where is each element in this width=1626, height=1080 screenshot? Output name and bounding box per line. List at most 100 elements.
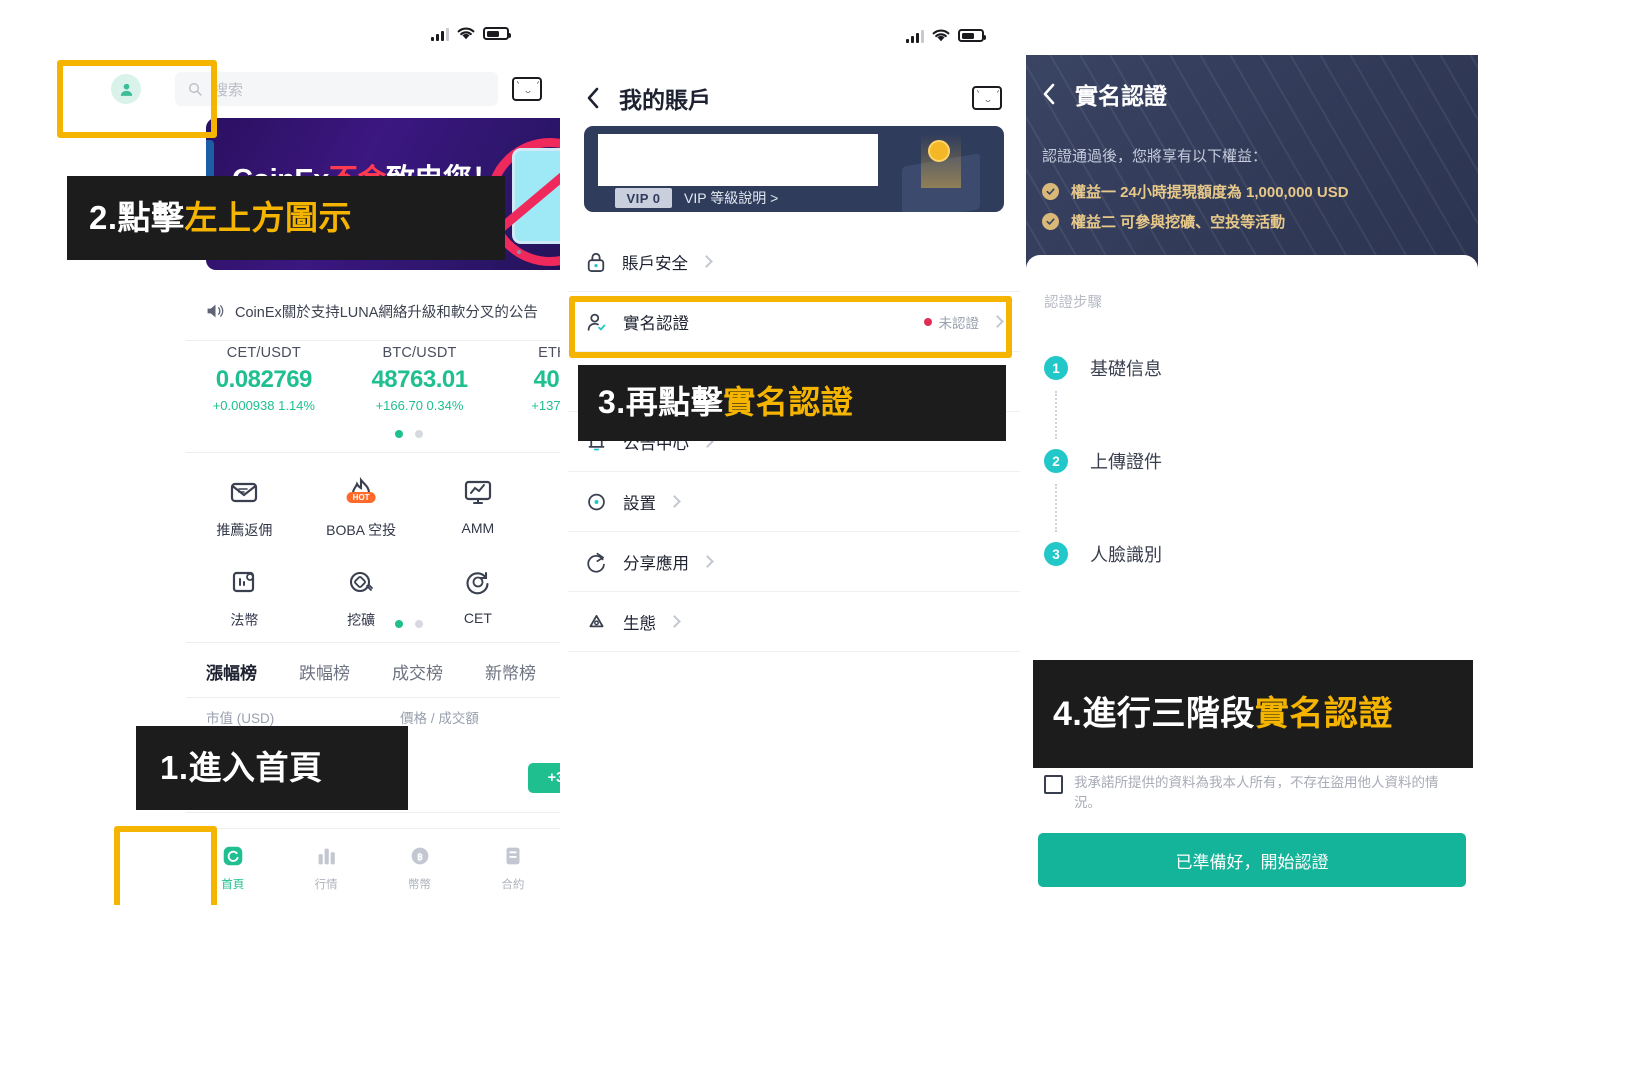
quick-app-label: BOBA 空投 bbox=[326, 522, 397, 538]
market-tab-gainers[interactable]: 漲幅榜 bbox=[206, 659, 257, 684]
bars-icon bbox=[318, 848, 335, 864]
market-change-chip[interactable]: +32.85% bbox=[528, 763, 560, 793]
check-badge-icon bbox=[1042, 213, 1059, 230]
tab-label: 幣幣 bbox=[408, 878, 432, 891]
kyc-subtitle: 認證通過後，您將享有以下權益： bbox=[1042, 148, 1268, 165]
lock-icon bbox=[587, 252, 605, 272]
wifi-icon bbox=[932, 29, 950, 42]
callout-step-1: 1.進入首頁 bbox=[136, 726, 408, 810]
kyc-panel: 實名認證 認證通過後，您將享有以下權益： 權益一 24小時提現額度為 1,000… bbox=[1026, 55, 1478, 905]
callout-white-text: 3.再點擊 bbox=[598, 384, 724, 421]
kyc-step-upload-docs[interactable]: 2 上傳證件 bbox=[1044, 448, 1162, 474]
kyc-benefit-text: 權益一 24小時提現額度為 1,000,000 USD bbox=[1071, 184, 1349, 201]
announcement-bar[interactable]: CoinEx關於支持LUNA網絡升級和軟分叉的公告 bbox=[206, 296, 560, 326]
step-number: 2 bbox=[1044, 449, 1068, 473]
menu-item-label: 分享應用 bbox=[623, 554, 689, 573]
quick-app-finance[interactable]: 理財 bbox=[536, 462, 560, 552]
monitor-chart-icon bbox=[464, 480, 491, 504]
menu-item-label: 賬戶安全 bbox=[622, 254, 688, 273]
ticker-item[interactable]: CET/USDT 0.082769 +0.000938 1.14% bbox=[186, 345, 342, 445]
highlight-avatar-button bbox=[57, 60, 217, 138]
consent-checkbox[interactable] bbox=[1044, 775, 1063, 794]
search-input[interactable]: 搜索 bbox=[175, 72, 498, 106]
market-tab-losers[interactable]: 跌幅榜 bbox=[299, 659, 350, 684]
mining-icon bbox=[350, 571, 374, 593]
apps-pagination[interactable] bbox=[395, 620, 423, 628]
quick-app-mining[interactable]: 挖礦 bbox=[303, 552, 420, 642]
menu-item-settings[interactable]: 設置 bbox=[568, 472, 1020, 532]
quick-app-label: 法幣 bbox=[230, 612, 259, 628]
wifi-icon bbox=[457, 27, 475, 40]
quick-app-amm[interactable]: AMM bbox=[420, 462, 537, 552]
callout-text: 4.進行三階段實名認證 bbox=[1053, 694, 1393, 734]
callout-white-text: 4.進行三階段 bbox=[1053, 694, 1255, 733]
menu-item-account-security[interactable]: 賬戶安全 bbox=[568, 232, 1020, 292]
menu-item-ecosystem[interactable]: 生態 bbox=[568, 592, 1020, 652]
hot-badge: HOT bbox=[346, 492, 376, 503]
ticker-item[interactable]: ETH/USDT 4023.96 +137.65 3.54% bbox=[497, 345, 560, 445]
cet-refresh-icon bbox=[466, 571, 489, 595]
ticker-pair: BTC/USDT bbox=[382, 345, 457, 361]
callout-yellow-text: 實名認證 bbox=[723, 384, 854, 421]
start-verification-button[interactable]: 已準備好，開始認證 bbox=[1038, 833, 1466, 887]
market-tabs[interactable]: 漲幅榜 跌幅榜 成交榜 新幣榜 市值 bbox=[186, 645, 560, 697]
callout-text: 3.再點擊實名認證 bbox=[598, 384, 853, 422]
kyc-benefit-row: 權益一 24小時提現額度為 1,000,000 USD bbox=[1042, 181, 1349, 202]
quick-app-cet[interactable]: CET bbox=[420, 552, 537, 642]
col-24h-change: 24H 漲跌 bbox=[523, 707, 560, 727]
branding-strip: 虛擬貨幣買下全世界 懶人 經濟學 LOUNGER ECONOMICS bbox=[0, 905, 1626, 1080]
callout-text: 2.點擊左上方圖示 bbox=[89, 199, 352, 238]
divider-5 bbox=[186, 812, 560, 813]
tab-markets[interactable]: 行情 bbox=[279, 829, 372, 905]
consent-text: 我承諾所提供的資料為我本人所有，不存在盜用他人資料的情況。 bbox=[1074, 775, 1439, 811]
market-tab-volume[interactable]: 成交榜 bbox=[392, 659, 443, 684]
ticker-row[interactable]: CET/USDT 0.082769 +0.000938 1.14% BTC/US… bbox=[186, 345, 560, 445]
account-menu: 賬戶安全 實名認證 未認證 公告中心 設置 分享應用 生態 bbox=[568, 232, 1020, 652]
home-icon bbox=[223, 846, 242, 865]
divider-3 bbox=[186, 642, 560, 643]
quick-app-ambassador[interactable]: 大使 bbox=[536, 552, 560, 642]
tab-contract[interactable]: 合約 bbox=[466, 829, 559, 905]
step-label: 上傳證件 bbox=[1090, 452, 1162, 472]
coin-icon: ฿ bbox=[411, 847, 428, 864]
kyc-consent-row[interactable]: 我承諾所提供的資料為我本人所有，不存在盜用他人資料的情況。 bbox=[1044, 773, 1464, 814]
quick-app-fiat[interactable]: 法幣 bbox=[186, 552, 303, 642]
callout-white-text: 2.點擊 bbox=[89, 198, 185, 236]
quick-app-boba-airdrop[interactable]: HOT BOBA 空投 bbox=[303, 462, 420, 552]
battery-icon bbox=[958, 29, 986, 42]
quick-app-referral[interactable]: 推薦返佣 bbox=[186, 462, 303, 552]
kyc-step-face-recognition[interactable]: 3 人臉識別 bbox=[1044, 541, 1162, 567]
back-chevron-icon[interactable] bbox=[586, 86, 601, 110]
tab-label: 首頁 bbox=[221, 878, 245, 891]
kyc-benefit-row: 權益二 可參與挖礦、空投等活動 bbox=[1042, 211, 1285, 232]
ticker-change: +0.000938 1.14% bbox=[212, 398, 315, 413]
market-tab-new[interactable]: 新幣榜 bbox=[485, 659, 536, 684]
step-number: 1 bbox=[1044, 356, 1068, 380]
quick-app-label: 挖礦 bbox=[347, 612, 376, 628]
kyc-step-basic-info[interactable]: 1 基礎信息 bbox=[1044, 355, 1162, 381]
mail-icon[interactable] bbox=[972, 86, 1002, 110]
mail-icon[interactable] bbox=[512, 77, 542, 101]
back-chevron-icon[interactable] bbox=[1042, 82, 1057, 106]
chevron-right-icon bbox=[668, 615, 681, 628]
step-label: 基礎信息 bbox=[1090, 359, 1162, 379]
share-icon bbox=[587, 552, 605, 573]
vip-card[interactable]: VIP 0 VIP 等級說明 > bbox=[584, 126, 1004, 212]
menu-item-share-app[interactable]: 分享應用 bbox=[568, 532, 1020, 592]
kyc-hero: 實名認證 認證通過後，您將享有以下權益： 權益一 24小時提現額度為 1,000… bbox=[1026, 55, 1478, 275]
step-number: 3 bbox=[1044, 542, 1068, 566]
kyc-benefit-text: 權益二 可參與挖礦、空投等活動 bbox=[1071, 214, 1286, 231]
vip-level-link[interactable]: VIP 等級說明 > bbox=[684, 188, 778, 208]
bottom-tab-bar[interactable]: 首頁 行情 ฿ 幣幣 合約 bbox=[186, 828, 560, 905]
kyc-body: 認證步驟 1 基礎信息 2 上傳證件 3 人臉識別 我承諾所提供的資料為我本人所… bbox=[1026, 255, 1478, 905]
account-nav-bar: 我的賬戶 bbox=[568, 74, 1020, 122]
cell-signal-icon bbox=[431, 27, 449, 41]
ticker-pagination[interactable] bbox=[395, 430, 423, 438]
gear-icon bbox=[588, 493, 605, 510]
tab-label: 行情 bbox=[314, 878, 338, 891]
col-price-volume: 價格 / 成交額 bbox=[400, 711, 479, 726]
tab-spot[interactable]: ฿ 幣幣 bbox=[373, 829, 466, 905]
vip-level-badge: VIP 0 bbox=[615, 188, 672, 208]
ticker-change: +137.65 3.54% bbox=[531, 398, 560, 413]
step-connector bbox=[1055, 484, 1057, 532]
